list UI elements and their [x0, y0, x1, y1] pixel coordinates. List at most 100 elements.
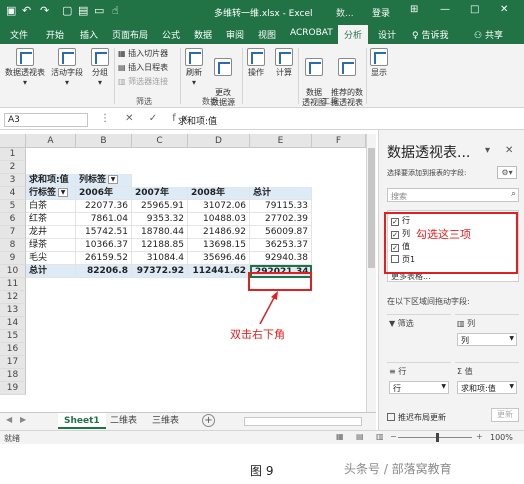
- undo-icon[interactable]: ↶: [22, 4, 31, 17]
- login-link[interactable]: 登录: [372, 6, 390, 19]
- column-header-f[interactable]: F: [312, 134, 366, 148]
- sheet-tab-sheet1[interactable]: Sheet1: [58, 413, 106, 429]
- zoom-slider-track[interactable]: [398, 437, 472, 438]
- name-box[interactable]: A3: [4, 113, 88, 127]
- close-icon[interactable]: ✕: [505, 145, 513, 156]
- zoom-level[interactable]: 100%: [490, 433, 513, 442]
- zoom-out-icon[interactable]: −: [390, 432, 397, 441]
- row-header[interactable]: 3: [0, 174, 26, 187]
- active-field-button[interactable]: 活动字段 ▾: [48, 48, 86, 88]
- header-cell[interactable]: 2007年: [132, 187, 188, 200]
- row-header[interactable]: 4: [0, 187, 26, 200]
- checkbox-icon[interactable]: [387, 413, 395, 421]
- grand-total-cell[interactable]: 112441.62: [188, 265, 250, 278]
- tab-data[interactable]: 数据: [194, 28, 212, 41]
- show-button[interactable]: 显示: [368, 48, 390, 78]
- row-header[interactable]: 1: [0, 148, 26, 161]
- row-header[interactable]: 16: [0, 343, 26, 356]
- value-cell[interactable]: 13698.15: [188, 239, 250, 252]
- filters-area[interactable]: ▼ 筛选: [387, 314, 451, 360]
- columns-field-chip[interactable]: 列 ▼: [457, 333, 517, 346]
- rows-field-chip[interactable]: 行 ▼: [389, 381, 449, 394]
- value-cell[interactable]: 31072.06: [188, 200, 250, 213]
- add-sheet-icon[interactable]: +: [202, 414, 215, 427]
- value-cell[interactable]: 25965.91: [132, 200, 188, 213]
- new-file-icon[interactable]: ▢: [62, 4, 72, 17]
- row-labels-cell[interactable]: 行标签 ▼: [26, 187, 76, 200]
- tab-design[interactable]: 设计: [378, 28, 396, 41]
- row-header[interactable]: 11: [0, 278, 26, 291]
- row-label-cell[interactable]: 绿茶: [26, 239, 76, 252]
- value-cell[interactable]: 56009.87: [250, 226, 312, 239]
- value-cell[interactable]: 7861.04: [76, 213, 132, 226]
- value-cell[interactable]: 35696.46: [188, 252, 250, 265]
- column-header-b[interactable]: B: [76, 134, 132, 148]
- column-header-a[interactable]: A: [26, 134, 76, 148]
- grand-total-cell[interactable]: 97372.92: [132, 265, 188, 278]
- row-header[interactable]: 15: [0, 330, 26, 343]
- value-cell[interactable]: 9353.32: [132, 213, 188, 226]
- tab-home[interactable]: 开始: [46, 28, 64, 41]
- row-label-cell[interactable]: 龙井: [26, 226, 76, 239]
- row-header[interactable]: 12: [0, 291, 26, 304]
- value-cell[interactable]: 22077.36: [76, 200, 132, 213]
- values-area[interactable]: Σ 值 求和项:值 ▼: [455, 362, 519, 408]
- value-cell[interactable]: 92940.38: [250, 252, 312, 265]
- row-header[interactable]: 18: [0, 369, 26, 382]
- scroll-thumb[interactable]: [368, 148, 375, 268]
- tab-analyze[interactable]: 分析: [338, 25, 369, 44]
- value-cell[interactable]: 79115.33: [250, 200, 312, 213]
- actions-button[interactable]: 操作: [244, 48, 268, 78]
- column-labels-cell[interactable]: 列标签 ▼: [76, 174, 132, 187]
- sheet-tab-3d[interactable]: 三维表: [146, 413, 185, 429]
- worksheet-grid[interactable]: A B C D E F 1 2 3 4 5 6 7 8 9 10 11 12 1…: [0, 134, 376, 412]
- row-label-cell[interactable]: 毛尖: [26, 252, 76, 265]
- value-cell[interactable]: 10488.03: [188, 213, 250, 226]
- tab-view[interactable]: 视图: [258, 28, 276, 41]
- value-cell[interactable]: 10366.37: [76, 239, 132, 252]
- formula-input[interactable]: 求和项:值: [178, 114, 217, 127]
- pivot-value-label-cell[interactable]: 求和项:值: [26, 174, 76, 187]
- row-header[interactable]: 8: [0, 239, 26, 252]
- header-cell[interactable]: 2008年: [188, 187, 250, 200]
- header-cell[interactable]: 总计: [250, 187, 312, 200]
- rows-area[interactable]: ≡ 行 行 ▼: [387, 362, 451, 408]
- tab-tell-me[interactable]: ♀ 告诉我: [412, 28, 448, 41]
- pivottable-button[interactable]: 数据透视表 ▾: [4, 48, 46, 88]
- update-button[interactable]: 更新: [491, 408, 519, 422]
- sheet-tab-2d[interactable]: 二维表: [104, 413, 143, 429]
- row-header[interactable]: 7: [0, 226, 26, 239]
- tab-formulas[interactable]: 公式: [162, 28, 180, 41]
- value-cell[interactable]: 21486.92: [188, 226, 250, 239]
- sheet-prev-icon[interactable]: ◀: [6, 415, 12, 424]
- column-header-e[interactable]: E: [250, 134, 312, 148]
- ribbon-display-icon[interactable]: ⊞: [410, 4, 418, 15]
- filter-dropdown-icon[interactable]: ▼: [58, 188, 69, 197]
- save-icon[interactable]: ▣: [6, 4, 16, 17]
- minimize-icon[interactable]: —: [440, 4, 450, 15]
- zoom-slider-thumb[interactable]: [436, 433, 439, 442]
- tab-acrobat[interactable]: ACROBAT: [290, 28, 333, 38]
- page-layout-view-icon[interactable]: ▤: [356, 432, 364, 441]
- header-cell[interactable]: 2006年: [76, 187, 132, 200]
- row-header[interactable]: 10: [0, 265, 26, 278]
- page-break-view-icon[interactable]: ▥: [376, 432, 384, 441]
- row-header[interactable]: 2: [0, 161, 26, 174]
- value-cell[interactable]: 12188.85: [132, 239, 188, 252]
- defer-layout-checkbox[interactable]: 推迟布局更新: [387, 412, 446, 423]
- row-header[interactable]: 6: [0, 213, 26, 226]
- normal-view-icon[interactable]: ▦: [336, 432, 344, 441]
- gear-icon[interactable]: ⚙▾: [497, 166, 517, 179]
- insert-timeline-button[interactable]: ▤ 插入日程表: [118, 62, 168, 73]
- value-cell[interactable]: 27702.39: [250, 213, 312, 226]
- horizontal-scrollbar[interactable]: [244, 417, 362, 426]
- tab-insert[interactable]: 插入: [80, 28, 98, 41]
- grand-total-label-cell[interactable]: 总计: [26, 265, 76, 278]
- print-icon[interactable]: ▭: [94, 4, 104, 17]
- value-cell[interactable]: 26159.52: [76, 252, 132, 265]
- tab-file[interactable]: 文件: [10, 28, 28, 41]
- value-cell[interactable]: 36253.37: [250, 239, 312, 252]
- values-field-chip[interactable]: 求和项:值 ▼: [457, 381, 517, 394]
- filter-connections-button[interactable]: ▥ 筛选器连接: [118, 76, 168, 87]
- zoom-in-icon[interactable]: +: [476, 432, 483, 441]
